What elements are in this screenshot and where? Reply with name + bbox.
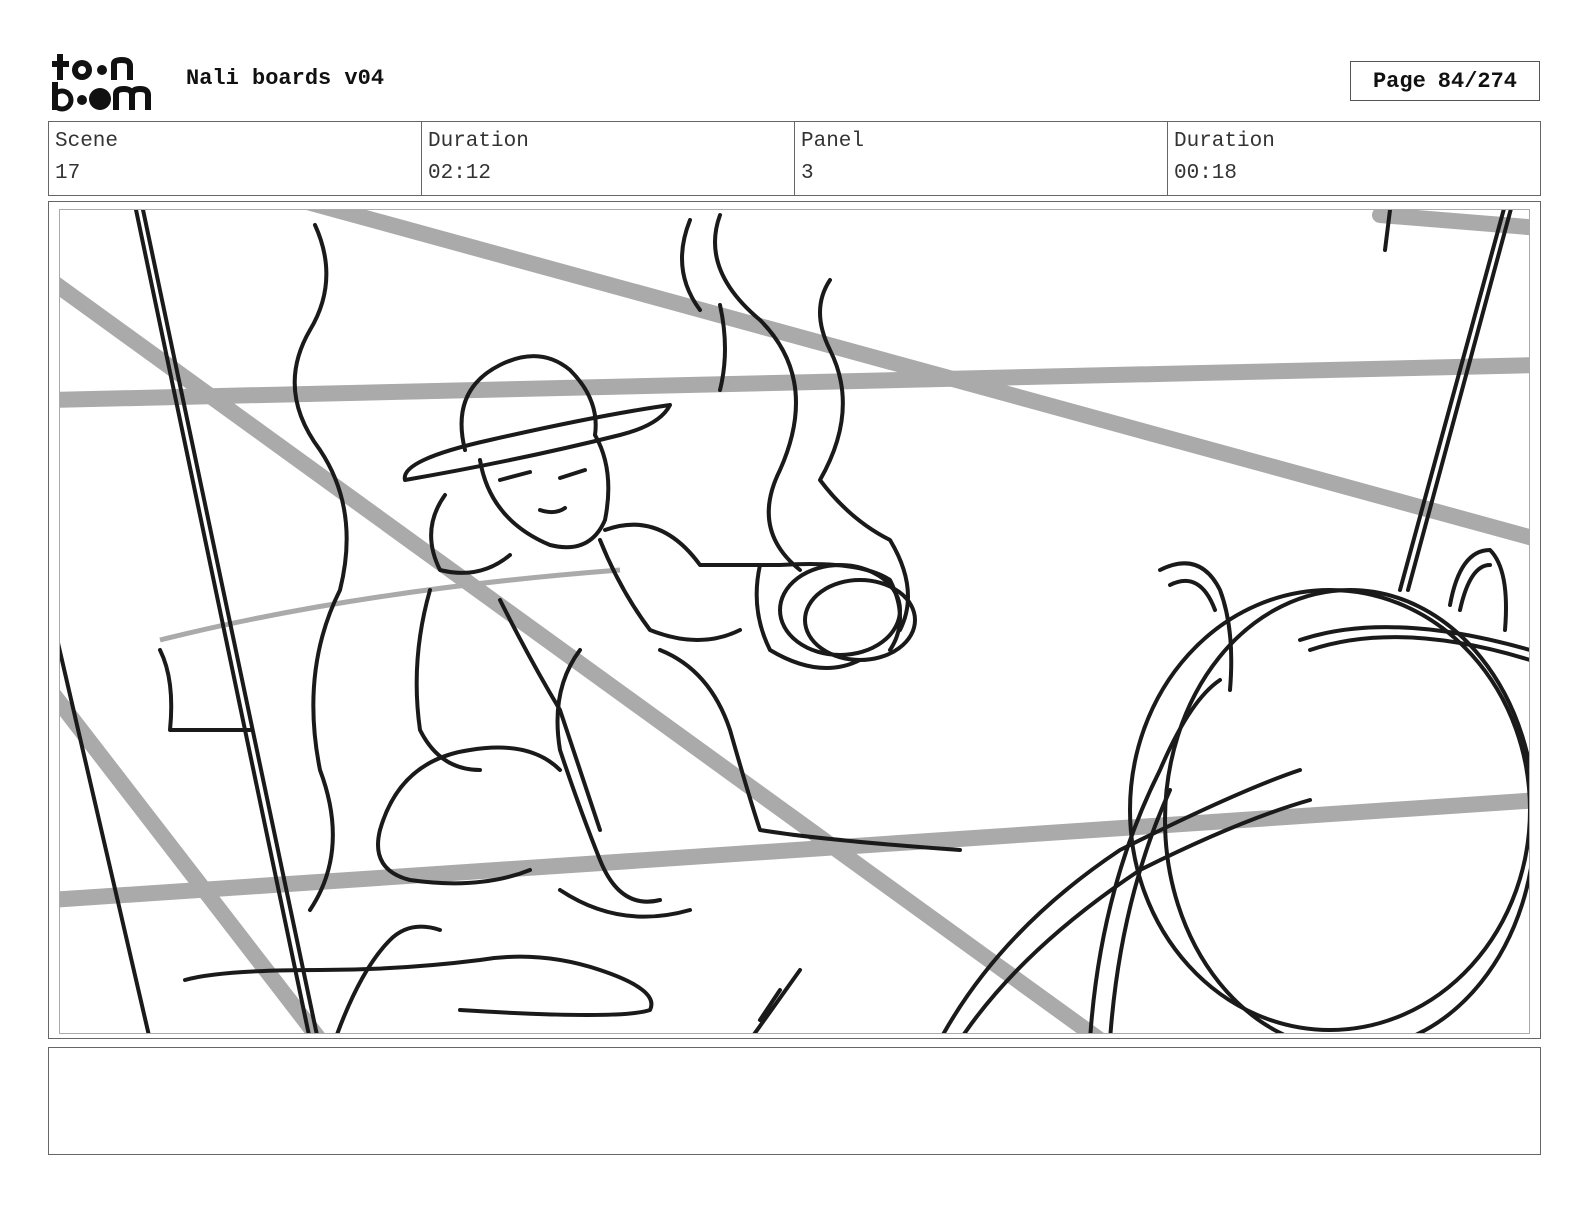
panel-duration-value: 00:18 xyxy=(1174,162,1238,185)
toonboom-logo-graphic xyxy=(50,54,151,112)
scene-info-row: Scene 17 Duration 02:12 Panel 3 Duration… xyxy=(48,121,1541,196)
page-label: Page xyxy=(1372,68,1426,94)
panel-duration-cell: Duration 00:18 xyxy=(1168,122,1540,195)
scene-cell: Scene 17 xyxy=(49,122,422,195)
scene-duration-value: 02:12 xyxy=(428,162,492,185)
toonboom-logo: toon boom xyxy=(50,52,164,112)
storyboard-sketch xyxy=(59,209,1530,1034)
panel-duration-label: Duration xyxy=(1174,130,1275,153)
scene-value: 17 xyxy=(55,162,81,185)
scene-duration-cell: Duration 02:12 xyxy=(422,122,795,195)
panel-cell: Panel 3 xyxy=(795,122,1168,195)
page-indicator: Page 84/274 xyxy=(1350,61,1540,101)
document-title: Nali boards v04 xyxy=(186,66,385,91)
panel-value: 3 xyxy=(801,162,814,185)
page-value: 84/274 xyxy=(1437,68,1518,94)
scene-duration-label: Duration xyxy=(428,130,529,153)
scene-label: Scene xyxy=(55,130,119,153)
sketch-drawing xyxy=(60,210,1529,1033)
panel-notes-box xyxy=(48,1047,1541,1155)
panel-label: Panel xyxy=(801,130,865,153)
